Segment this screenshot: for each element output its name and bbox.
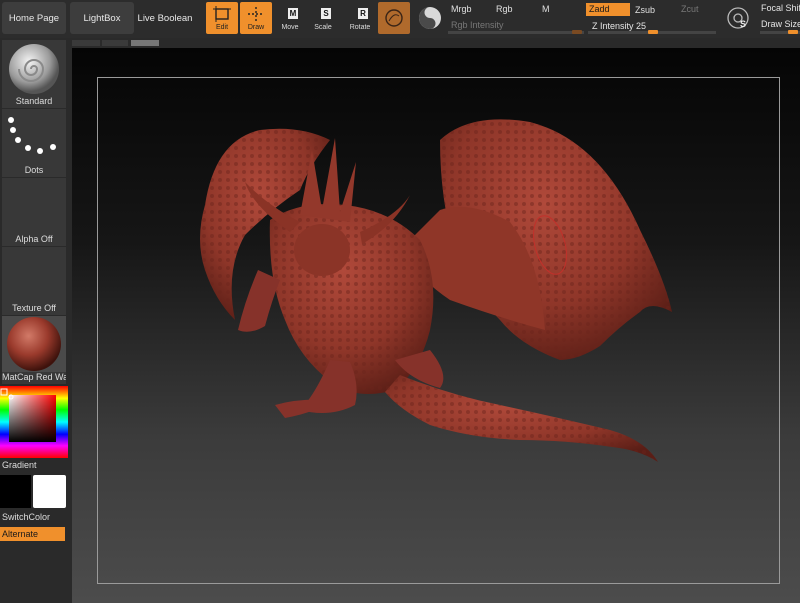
mrgb-label: Mrgb xyxy=(451,4,472,14)
live-boolean-button[interactable]: Live Boolean xyxy=(134,2,196,34)
rotate-label: Rotate xyxy=(349,24,371,31)
color-picker-icon xyxy=(0,386,68,458)
rgb-intensity-knob[interactable] xyxy=(572,30,582,34)
move-button[interactable]: M Move xyxy=(274,2,306,34)
stroke-label: Dots xyxy=(24,165,44,175)
circle-icon xyxy=(385,9,403,27)
lightbox-label: LightBox xyxy=(83,12,121,24)
switch-color-button[interactable]: SwitchColor xyxy=(2,512,50,522)
scale-label: Scale xyxy=(314,24,332,31)
tab-3[interactable] xyxy=(131,40,159,46)
z-intensity-knob[interactable] xyxy=(648,30,658,34)
color-picker[interactable] xyxy=(0,386,68,458)
dial-icon: S xyxy=(727,7,749,29)
z-intensity-value: 25 xyxy=(636,21,647,31)
material-selector[interactable]: MatCap Red Wax xyxy=(2,316,66,384)
mrgb-toggle[interactable]: Mrgb xyxy=(448,3,492,16)
draw-icon xyxy=(248,7,264,21)
alpha-selector[interactable]: Alpha Off xyxy=(2,178,66,246)
draw-size-label[interactable]: Draw Size xyxy=(761,19,800,29)
stroke-selector[interactable]: Dots xyxy=(2,109,66,177)
move-label: Move xyxy=(281,24,299,31)
zcut-label: Zcut xyxy=(681,4,699,14)
draw-button[interactable]: Draw xyxy=(240,2,272,34)
brush-icon xyxy=(9,44,59,94)
focal-shift-label[interactable]: Focal Shift xyxy=(761,3,800,13)
tab-1[interactable] xyxy=(72,40,100,46)
texture-label: Texture Off xyxy=(12,303,56,313)
brush-label: Standard xyxy=(15,96,53,106)
top-toolbar: Home Page LightBox Live Boolean Edit Dra… xyxy=(0,0,800,38)
secondary-color-swatch[interactable] xyxy=(33,475,66,508)
s-circle-icon xyxy=(419,7,441,29)
edit-label: Edit xyxy=(215,24,229,31)
record-button[interactable] xyxy=(378,2,410,34)
lightbox-button[interactable]: LightBox xyxy=(70,2,134,34)
material-preview-button[interactable] xyxy=(416,4,444,32)
tab-2[interactable] xyxy=(102,40,128,46)
brush-selector[interactable]: Standard xyxy=(2,40,66,108)
svg-text:S: S xyxy=(740,19,746,29)
alternate-button[interactable]: Alternate xyxy=(0,527,65,541)
rgb-intensity-slider[interactable] xyxy=(448,31,584,34)
scale-icon: S xyxy=(321,8,331,19)
material-sphere-icon xyxy=(2,316,66,372)
alpha-label: Alpha Off xyxy=(15,234,53,244)
main-color-swatch[interactable] xyxy=(0,475,31,508)
zadd-label: Zadd xyxy=(589,4,610,14)
home-page-button[interactable]: Home Page xyxy=(2,2,66,34)
zcut-toggle[interactable]: Zcut xyxy=(678,3,718,16)
draw-size-knob[interactable] xyxy=(788,30,798,34)
edit-button[interactable]: Edit xyxy=(206,2,238,34)
draw-label: Draw xyxy=(247,24,265,31)
focal-shift-dial[interactable]: S xyxy=(726,6,750,30)
live-boolean-label: Live Boolean xyxy=(137,12,193,24)
gradient-label[interactable]: Gradient xyxy=(2,460,37,470)
edit-icon xyxy=(213,6,231,22)
document-frame xyxy=(97,77,780,584)
rgb-intensity-label: Rgb Intensity xyxy=(451,20,504,30)
zsub-label: Zsub xyxy=(635,5,656,15)
texture-selector[interactable]: Texture Off xyxy=(2,247,66,315)
scale-button[interactable]: S Scale xyxy=(307,2,339,34)
rotate-icon: R xyxy=(358,8,368,19)
zsub-toggle[interactable]: Zsub xyxy=(632,4,676,17)
rgb-toggle[interactable]: Rgb xyxy=(493,3,537,16)
m-label: M xyxy=(542,4,550,14)
z-intensity-label: Z Intensity xyxy=(592,21,634,31)
home-page-label: Home Page xyxy=(8,12,60,24)
material-label: MatCap Red Wax xyxy=(2,372,66,382)
dots-stroke-icon xyxy=(8,117,56,154)
rgb-label: Rgb xyxy=(496,4,513,14)
zadd-toggle[interactable]: Zadd xyxy=(586,3,630,16)
rotate-button[interactable]: R Rotate xyxy=(344,2,376,34)
m-toggle[interactable]: M xyxy=(539,3,583,16)
move-icon: M xyxy=(288,8,298,19)
